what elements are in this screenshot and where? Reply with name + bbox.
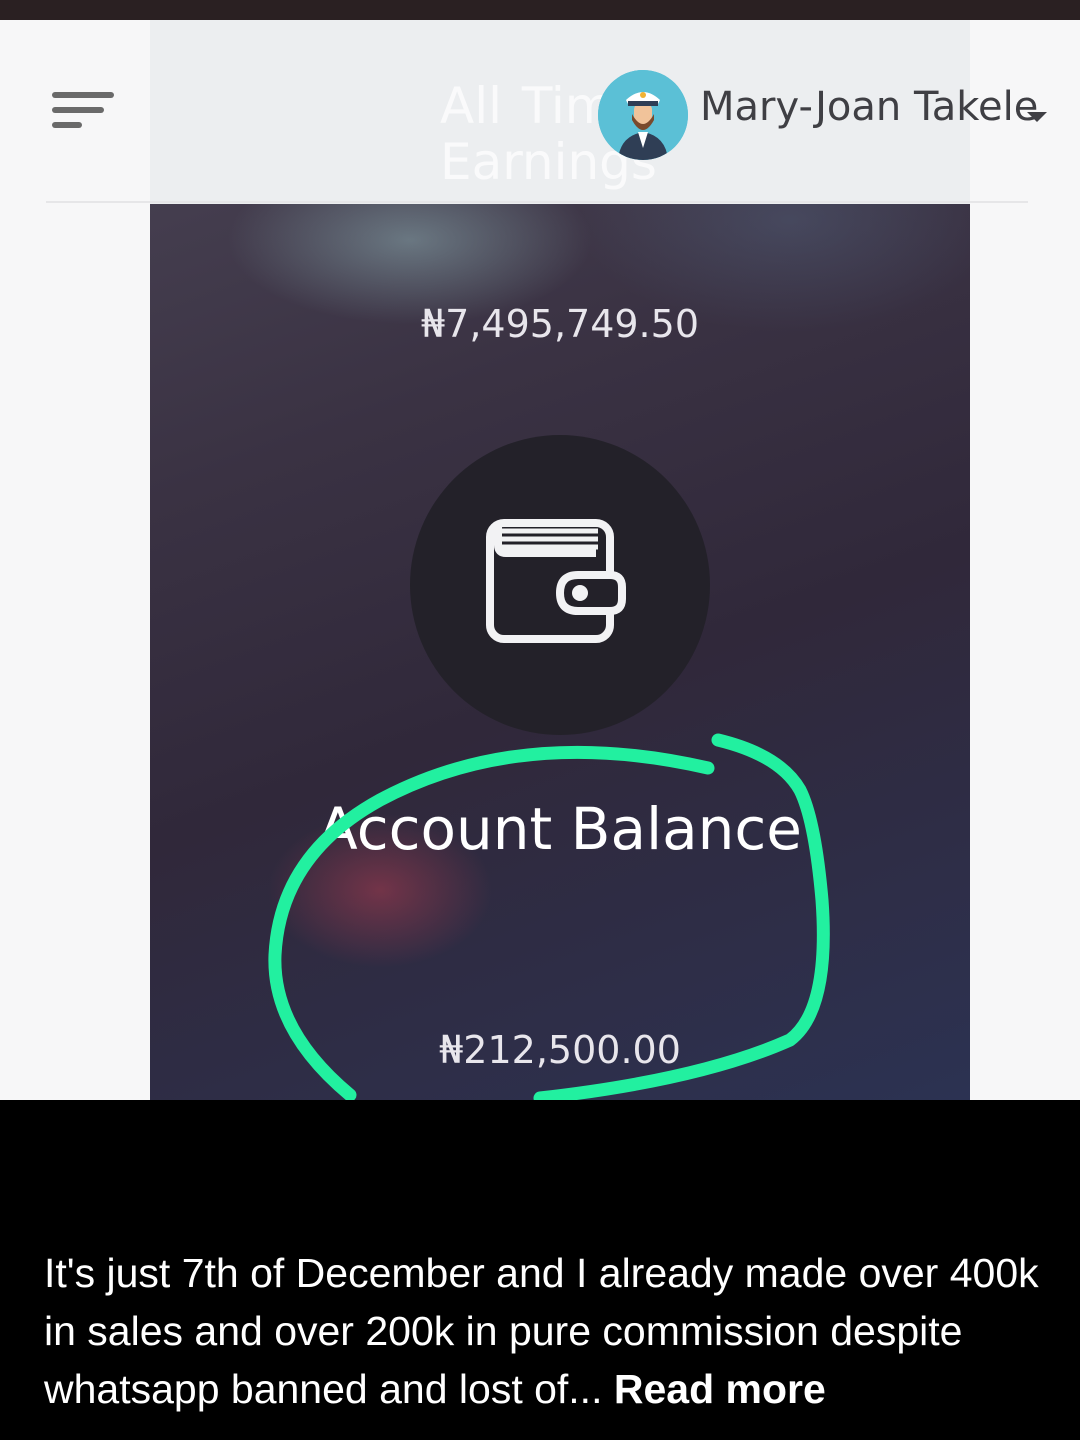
status-strip xyxy=(0,0,1080,20)
read-more-link[interactable]: Read more xyxy=(614,1366,826,1412)
highlight-circle xyxy=(268,733,830,1100)
caption-text: It's just 7th of December and I already … xyxy=(44,1250,1039,1412)
dashboard-screenshot: All Time Earnings Mary-Joan Takele ₦7,49… xyxy=(0,20,1080,1100)
post-caption: It's just 7th of December and I already … xyxy=(44,1244,1044,1418)
